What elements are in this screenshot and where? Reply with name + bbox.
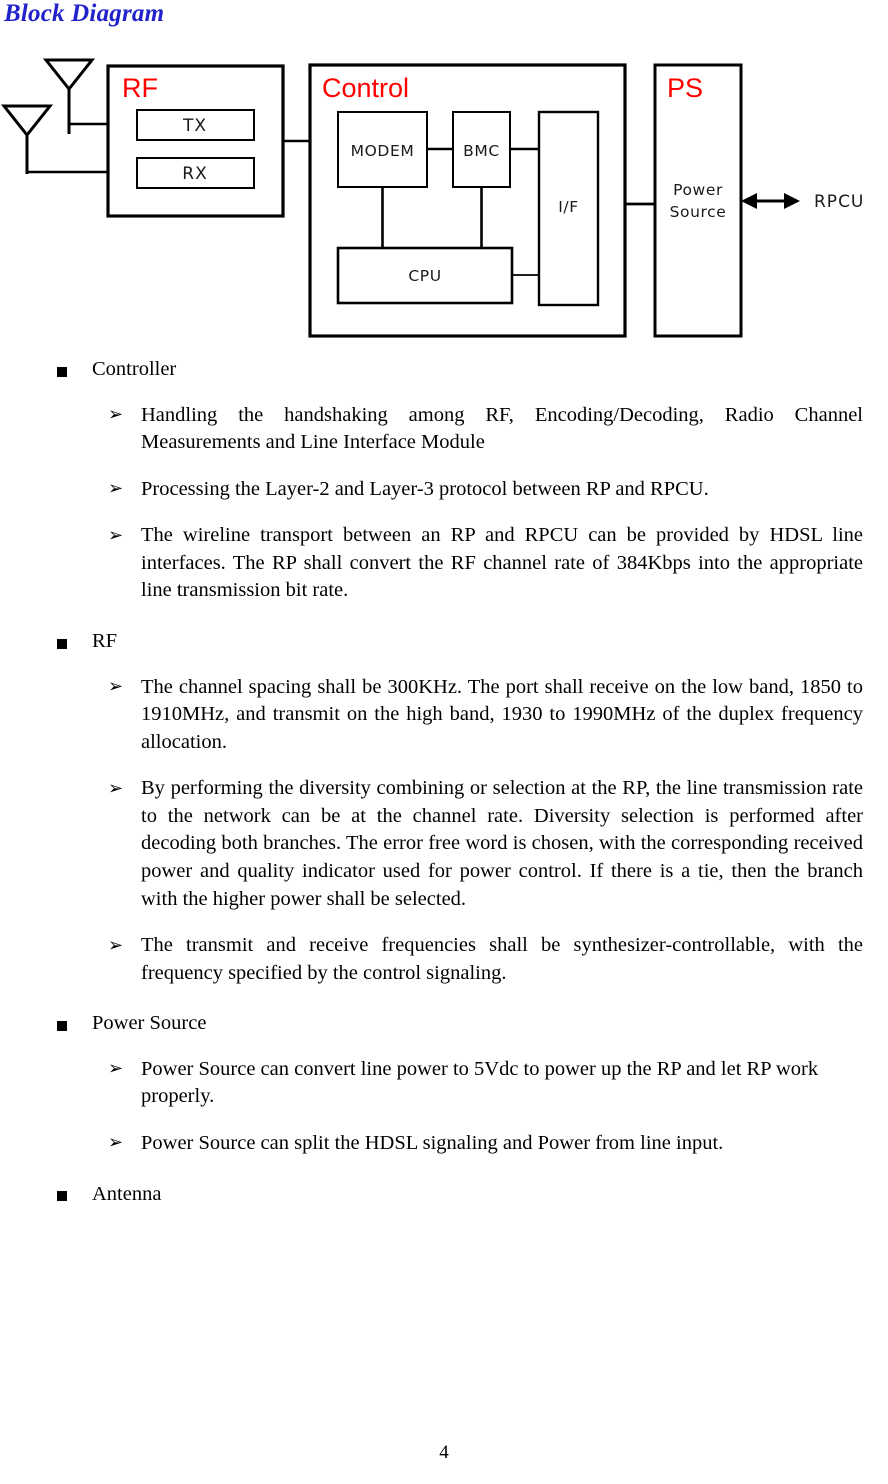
rf-block-label: RF: [122, 73, 158, 103]
control-block-label: Control: [322, 73, 409, 103]
square-bullet-icon: [57, 1020, 67, 1031]
rpcu-label: RPCU: [814, 192, 864, 212]
list-item-text: Handling the handshaking among RF, Encod…: [141, 403, 863, 454]
rf-block: RF TX RX: [106, 64, 285, 218]
arrow-bullet-icon: ➢: [108, 1058, 124, 1080]
antenna-lower-icon: [0, 104, 54, 174]
arrow-bullet-icon: ➢: [108, 777, 124, 799]
page-title: Block Diagram: [4, 0, 165, 27]
tx-block-label: TX: [182, 116, 207, 136]
arrow-bullet-icon: ➢: [108, 1132, 124, 1154]
document-body: Controller ➢ Handling the handshaking am…: [0, 356, 888, 1214]
section-heading-text: RF: [92, 630, 118, 653]
arrow-bullet-icon: ➢: [108, 676, 124, 698]
list-item: ➢ Handling the handshaking among RF, Enc…: [0, 402, 888, 457]
ps-block: PS Power Source: [653, 63, 743, 338]
square-bullet-icon: [57, 1191, 67, 1202]
if-block-label: I/F: [558, 198, 579, 216]
ps-to-rpcu-arrow: [741, 193, 800, 209]
list-item-text: Power Source can split the HDSL signalin…: [141, 1132, 724, 1155]
power-source-label-line2: Source: [670, 203, 727, 221]
section-heading-text: Power Source: [92, 1012, 207, 1035]
list-item: ➢ The wireline transport between an RP a…: [0, 522, 888, 605]
list-item: ➢ The channel spacing shall be 300KHz. T…: [0, 674, 888, 757]
section-heading-text: Controller: [92, 358, 177, 380]
list-item: ➢ Processing the Layer-2 and Layer-3 pro…: [0, 476, 888, 504]
arrow-bullet-icon: ➢: [108, 404, 124, 425]
list-item-text: By performing the diversity combining or…: [141, 777, 863, 910]
control-block: Control MODEM BMC I/F CPU: [308, 63, 627, 338]
power-source-label-line1: Power: [673, 181, 723, 199]
list-item: ➢ Power Source can convert line power to…: [0, 1056, 888, 1111]
arrow-bullet-icon: ➢: [108, 524, 124, 546]
list-item-text: The wireline transport between an RP and…: [141, 524, 863, 602]
page-number: 4: [439, 1442, 449, 1463]
cpu-block-label: CPU: [408, 267, 441, 285]
list-item-text: The transmit and receive frequencies sha…: [141, 934, 863, 984]
list-item: ➢ The transmit and receive frequencies s…: [0, 932, 888, 987]
section-heading-power-source: Power Source: [0, 1010, 888, 1037]
bmc-block-label: BMC: [463, 142, 500, 160]
rx-block-label: RX: [182, 164, 207, 184]
section-heading-text: Antenna: [92, 1182, 162, 1205]
list-item-text: The channel spacing shall be 300KHz. The…: [141, 675, 863, 753]
section-heading-controller: Controller: [0, 356, 888, 383]
list-item-text: Power Source can convert line power to 5…: [141, 1057, 819, 1108]
section-heading-antenna: Antenna: [0, 1181, 888, 1208]
square-bullet-icon: [57, 366, 67, 377]
arrow-bullet-icon: ➢: [108, 934, 124, 956]
block-diagram: RF TX RX Control MODEM BMC I/F CPU PS Po…: [0, 46, 888, 346]
arrow-bullet-icon: ➢: [108, 478, 124, 500]
list-item: ➢ Power Source can split the HDSL signal…: [0, 1130, 888, 1158]
square-bullet-icon: [57, 638, 67, 649]
section-heading-rf: RF: [0, 628, 888, 655]
list-item: ➢ By performing the diversity combining …: [0, 775, 888, 913]
modem-block-label: MODEM: [351, 142, 415, 160]
list-item-text: Processing the Layer-2 and Layer-3 proto…: [141, 477, 709, 500]
ps-block-label: PS: [667, 73, 703, 103]
